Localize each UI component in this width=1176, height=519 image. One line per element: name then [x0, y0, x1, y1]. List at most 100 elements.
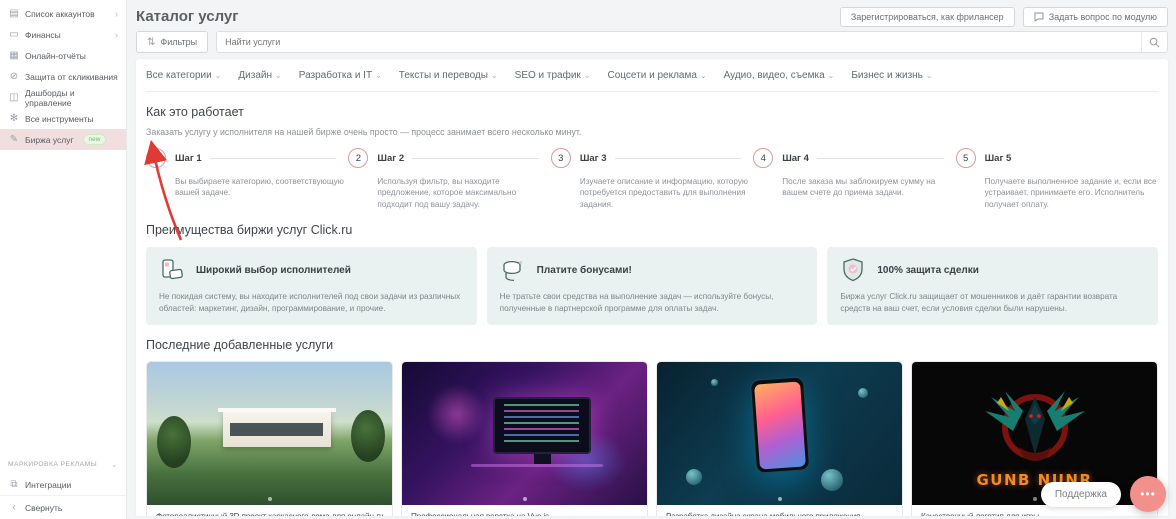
sidebar-item-all-tools[interactable]: ✻ Все инструменты — [0, 108, 126, 129]
service-card-vue-layout[interactable]: Профессиональная верстка на Vue.js 7 000… — [401, 361, 648, 516]
step-label: Шаг 2 — [377, 152, 405, 164]
sidebar-section-ad-labeling[interactable]: МАРКИРОВКА РЕКЛАМЫ ⌄ — [0, 455, 126, 474]
content-panel: Все категории ⌄ Дизайн ⌄ Разработка и IT… — [136, 59, 1168, 516]
page-header: Каталог услуг Зарегистрироваться, как фр… — [136, 0, 1168, 28]
how-it-works-title: Как это работает — [146, 105, 244, 119]
search-input[interactable] — [217, 37, 1141, 47]
category-seo[interactable]: SEO и трафик ⌄ — [515, 70, 591, 81]
chevron-right-icon: › — [115, 8, 118, 19]
chevron-right-icon: › — [115, 29, 118, 40]
chevron-down-icon: ⌄ — [583, 70, 591, 80]
step-5: 5 Шаг 5 Получаете выполненное задание и,… — [955, 148, 1158, 210]
dashboards-icon: ◫ — [9, 92, 19, 103]
category-label: Дизайн — [238, 69, 273, 81]
service-cards-row: Фотореалистичный 3D проект каркасного до… — [146, 361, 1158, 516]
sidebar-item-label: Финансы — [25, 29, 61, 40]
step-connector-line — [209, 157, 337, 159]
register-freelancer-button[interactable]: Зарегистрироваться, как фрилансер — [839, 6, 1015, 27]
chevron-down-icon: ⌄ — [925, 70, 933, 80]
sidebar-item-label: Онлайн-отчёты — [25, 50, 86, 61]
latest-services-title: Последние добавленные услуги — [146, 338, 334, 353]
sidebar-item-services-marketplace[interactable]: ✎ Биржа услуг new — [0, 129, 126, 150]
category-audio-video[interactable]: Аудио, видео, съемка ⌄ — [724, 70, 835, 81]
ask-question-button[interactable]: Задать вопрос по модулю — [1022, 6, 1168, 27]
filter-icon: ⇅ — [147, 36, 156, 48]
service-image-house[interactable] — [147, 362, 392, 506]
sidebar-item-accounts[interactable]: ▤ Список аккаунтов › — [0, 3, 126, 24]
category-design[interactable]: Дизайн ⌄ — [238, 70, 281, 81]
category-label: SEO и трафик — [514, 69, 581, 81]
step-label: Шаг 5 — [984, 152, 1012, 164]
sidebar-item-label: Биржа услуг — [25, 134, 74, 145]
sidebar-item-reports[interactable]: ▦ Онлайн-отчёты — [0, 45, 126, 66]
benefit-deal-protection: 100% защита сделки Биржа услуг Click.ru … — [827, 247, 1159, 326]
coins-icon — [503, 261, 522, 282]
category-social[interactable]: Соцсети и реклама ⌄ — [608, 70, 707, 81]
benefit-wide-choice: Широкий выбор исполнителей Не покидая си… — [146, 247, 477, 326]
category-label: Аудио, видео, съемка — [723, 69, 825, 81]
benefit-pay-with-bonuses: Платите бонусами! Не тратьте свои средст… — [486, 247, 818, 326]
chevron-left-icon: ‹ — [12, 502, 16, 513]
service-card-mobile-design[interactable]: Разработка дизайна экрана мобильного при… — [656, 361, 903, 516]
chevron-down-icon: ⌄ — [375, 70, 382, 80]
service-card-house-3d[interactable]: Фотореалистичный 3D проект каркасного до… — [146, 361, 393, 516]
benefits-title: Преимущества биржи услуг Click.ru — [146, 223, 353, 238]
category-label: Тексты и переводы — [398, 69, 488, 81]
step-number-circle: 3 — [550, 148, 571, 168]
chevron-down-icon: ⌄ — [110, 460, 118, 469]
step-number-circle: 4 — [753, 148, 774, 168]
accounts-icon: ▤ — [9, 8, 19, 19]
category-label: Разработка и IT — [298, 69, 373, 81]
step-description: Получаете выполненное задание и, если вс… — [984, 177, 1157, 209]
carousel-dot — [522, 497, 527, 502]
step-number-circle: 5 — [955, 148, 976, 168]
category-development[interactable]: Разработка и IT ⌄ — [299, 70, 382, 81]
card-body: Профессиональная верстка на Vue.js 7 000… — [402, 505, 647, 516]
service-title: Фотореалистичный 3D проект каркасного до… — [156, 512, 383, 516]
sidebar-item-click-protection[interactable]: ⊘ Защита от скликивания — [0, 66, 126, 87]
benefit-description: Не тратьте свои средства на выполнение з… — [499, 292, 774, 314]
sidebar-collapse-button[interactable]: ‹ Свернуть — [0, 495, 126, 519]
category-label: Все категории — [146, 69, 212, 81]
category-all[interactable]: Все категории ⌄ — [146, 70, 221, 81]
register-freelancer-label: Зарегистрироваться, как фрилансер — [850, 11, 1004, 22]
sidebar-item-integrations[interactable]: ⧉ Интеграции — [0, 474, 126, 495]
step-number-circle: 1 — [146, 148, 166, 168]
sidebar-item-finance[interactable]: ▭ Финансы › — [0, 24, 126, 45]
step-connector-line — [614, 157, 742, 159]
step-3: 3 Шаг 3 Изучаете описание и информацию, … — [550, 148, 753, 210]
chevron-down-icon: ⌄ — [699, 70, 707, 80]
tools-icon: ✻ — [9, 113, 19, 124]
chevron-down-icon: ⌄ — [275, 70, 282, 80]
shield-icon — [843, 258, 863, 282]
search-box — [216, 31, 1168, 53]
benefit-description: Биржа услуг Click.ru защищает от мошенни… — [840, 292, 1118, 314]
finance-icon: ▭ — [9, 29, 19, 40]
search-button[interactable] — [1141, 32, 1167, 52]
filters-label: Фильтры — [160, 37, 198, 47]
service-image-phone[interactable] — [657, 362, 902, 506]
step-label: Шаг 3 — [579, 152, 607, 164]
carousel-dot — [777, 497, 782, 502]
sidebar-item-label: Все инструменты — [25, 113, 94, 124]
how-it-works-subtitle: Заказать услугу у исполнителя на нашей б… — [146, 127, 582, 137]
support-fab-button[interactable]: ••• — [1130, 476, 1166, 512]
collapse-label: Свернуть — [25, 502, 63, 513]
support-label[interactable]: Поддержка — [1040, 481, 1121, 507]
main-area: Каталог услуг Зарегистрироваться, как фр… — [128, 0, 1176, 519]
service-image-vue[interactable] — [402, 362, 647, 506]
catalog-cards-icon — [162, 259, 183, 280]
sidebar-item-label: Интеграции — [25, 479, 72, 490]
chevron-down-icon: ⌄ — [214, 70, 222, 80]
categories-nav: Все категории ⌄ Дизайн ⌄ Разработка и IT… — [146, 59, 1158, 92]
category-texts[interactable]: Тексты и переводы ⌄ — [399, 70, 498, 81]
carousel-dot — [267, 497, 272, 502]
sidebar-item-dashboards[interactable]: ◫ Дашборды и управление — [0, 87, 126, 108]
filters-button[interactable]: ⇅ Фильтры — [136, 31, 209, 53]
sidebar: ▤ Список аккаунтов › ▭ Финансы › ▦ Онлай… — [0, 0, 127, 519]
category-business[interactable]: Бизнес и жизнь ⌄ — [851, 70, 932, 81]
page-title: Каталог услуг — [136, 8, 239, 25]
game-mascot-graphic — [984, 391, 1085, 462]
step-description: Изучаете описание и информацию, которую … — [579, 177, 749, 209]
